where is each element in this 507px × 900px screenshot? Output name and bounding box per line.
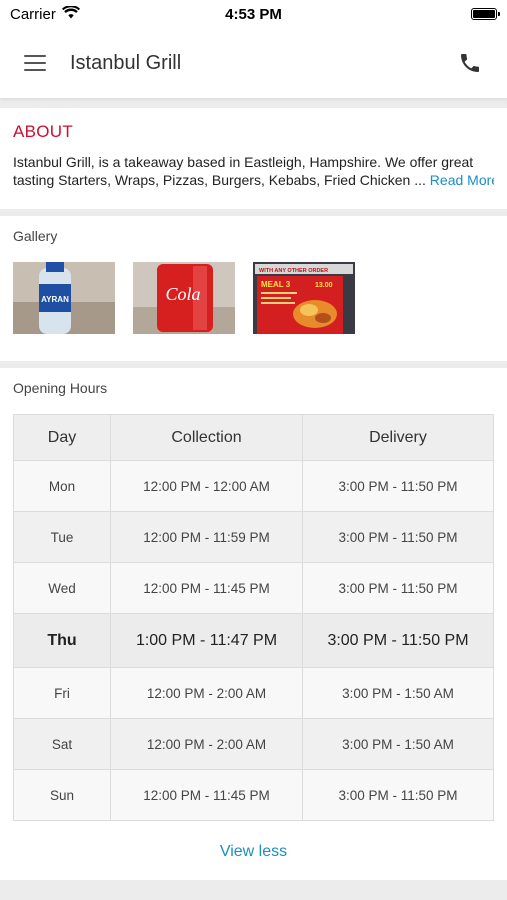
about-text: Istanbul Grill, is a takeaway based in E… [13, 153, 494, 189]
day-cell: Tue [13, 511, 111, 563]
opening-hours-label: Opening Hours [13, 380, 108, 396]
gallery-label: Gallery [13, 228, 58, 244]
ayran-label: AYRAN [41, 295, 69, 304]
table-row: Wed 12:00 PM - 11:45 PM 3:00 PM - 11:50 … [13, 562, 494, 614]
page-title: Istanbul Grill [70, 51, 182, 74]
app-header: Istanbul Grill [0, 28, 507, 98]
collection-cell: 12:00 PM - 11:45 PM [110, 769, 303, 821]
wifi-icon [61, 4, 80, 23]
day-cell: Fri [13, 667, 111, 719]
view-less-link[interactable]: View less [13, 843, 494, 861]
carrier-label: Carrier [10, 5, 56, 23]
collection-cell: 12:00 PM - 11:45 PM [110, 562, 303, 614]
table-row: Fri 12:00 PM - 2:00 AM 3:00 PM - 1:50 AM [13, 667, 494, 719]
delivery-cell: 3:00 PM - 1:50 AM [302, 718, 494, 770]
gallery-section: Gallery AYRAN Cola WITH ANY OTHER ORDER … [0, 216, 507, 361]
delivery-cell: 3:00 PM - 11:50 PM [302, 511, 494, 563]
delivery-cell: 3:00 PM - 11:50 PM [302, 460, 494, 512]
table-header-row: Day Collection Delivery [13, 414, 494, 461]
table-row: Sun 12:00 PM - 11:45 PM 3:00 PM - 11:50 … [13, 769, 494, 821]
delivery-cell: 3:00 PM - 11:50 PM [302, 562, 494, 614]
read-more-link[interactable]: Read More [430, 172, 494, 188]
collection-cell: 12:00 PM - 12:00 AM [110, 460, 303, 512]
hamburger-icon[interactable] [24, 55, 46, 71]
day-cell: Wed [13, 562, 111, 614]
table-row: Mon 12:00 PM - 12:00 AM 3:00 PM - 11:50 … [13, 460, 494, 512]
about-heading: ABOUT [13, 122, 74, 141]
header-day: Day [13, 414, 111, 461]
cola-label: Cola [165, 284, 200, 304]
opening-hours-section: Opening Hours Day Collection Delivery Mo… [0, 368, 507, 880]
header-collection: Collection [110, 414, 303, 461]
day-cell: Sat [13, 718, 111, 770]
collection-cell: 12:00 PM - 11:59 PM [110, 511, 303, 563]
collection-cell: 12:00 PM - 2:00 AM [110, 718, 303, 770]
about-section: ABOUT Istanbul Grill, is a takeaway base… [0, 108, 507, 209]
delivery-cell: 3:00 PM - 11:50 PM [302, 613, 494, 668]
table-row-today: Thu 1:00 PM - 11:47 PM 3:00 PM - 11:50 P… [13, 613, 494, 668]
battery-icon [471, 8, 500, 20]
collection-cell: 12:00 PM - 2:00 AM [110, 667, 303, 719]
meal-title: MEAL 3 [261, 280, 291, 289]
gallery-thumbnails: AYRAN Cola WITH ANY OTHER ORDER MEAL 3 1… [13, 262, 494, 334]
delivery-cell: 3:00 PM - 11:50 PM [302, 769, 494, 821]
about-line-2-wrap: tasting Starters, Wraps, Pizzas, Burgers… [13, 171, 494, 189]
collection-cell: 1:00 PM - 11:47 PM [110, 613, 303, 668]
day-cell: Sun [13, 769, 111, 821]
day-cell: Mon [13, 460, 111, 512]
gallery-image-meal-deal[interactable]: WITH ANY OTHER ORDER MEAL 3 13.00 [253, 262, 355, 334]
status-left: Carrier [10, 4, 80, 23]
day-cell: Thu [13, 613, 111, 668]
meal-banner: WITH ANY OTHER ORDER [259, 268, 328, 274]
table-row: Tue 12:00 PM - 11:59 PM 3:00 PM - 11:50 … [13, 511, 494, 563]
delivery-cell: 3:00 PM - 1:50 AM [302, 667, 494, 719]
gallery-image-cola[interactable]: Cola [133, 262, 235, 334]
meal-price: 13.00 [315, 282, 333, 289]
about-line-2: tasting Starters, Wraps, Pizzas, Burgers… [13, 172, 426, 188]
phone-icon[interactable] [457, 50, 483, 76]
opening-hours-table: Day Collection Delivery Mon 12:00 PM - 1… [13, 414, 494, 821]
header-delivery: Delivery [302, 414, 494, 461]
status-bar: Carrier 4:53 PM [0, 0, 507, 28]
gallery-image-ayran[interactable]: AYRAN [13, 262, 115, 334]
about-line-1: Istanbul Grill, is a takeaway based in E… [13, 154, 474, 170]
table-row: Sat 12:00 PM - 2:00 AM 3:00 PM - 1:50 AM [13, 718, 494, 770]
